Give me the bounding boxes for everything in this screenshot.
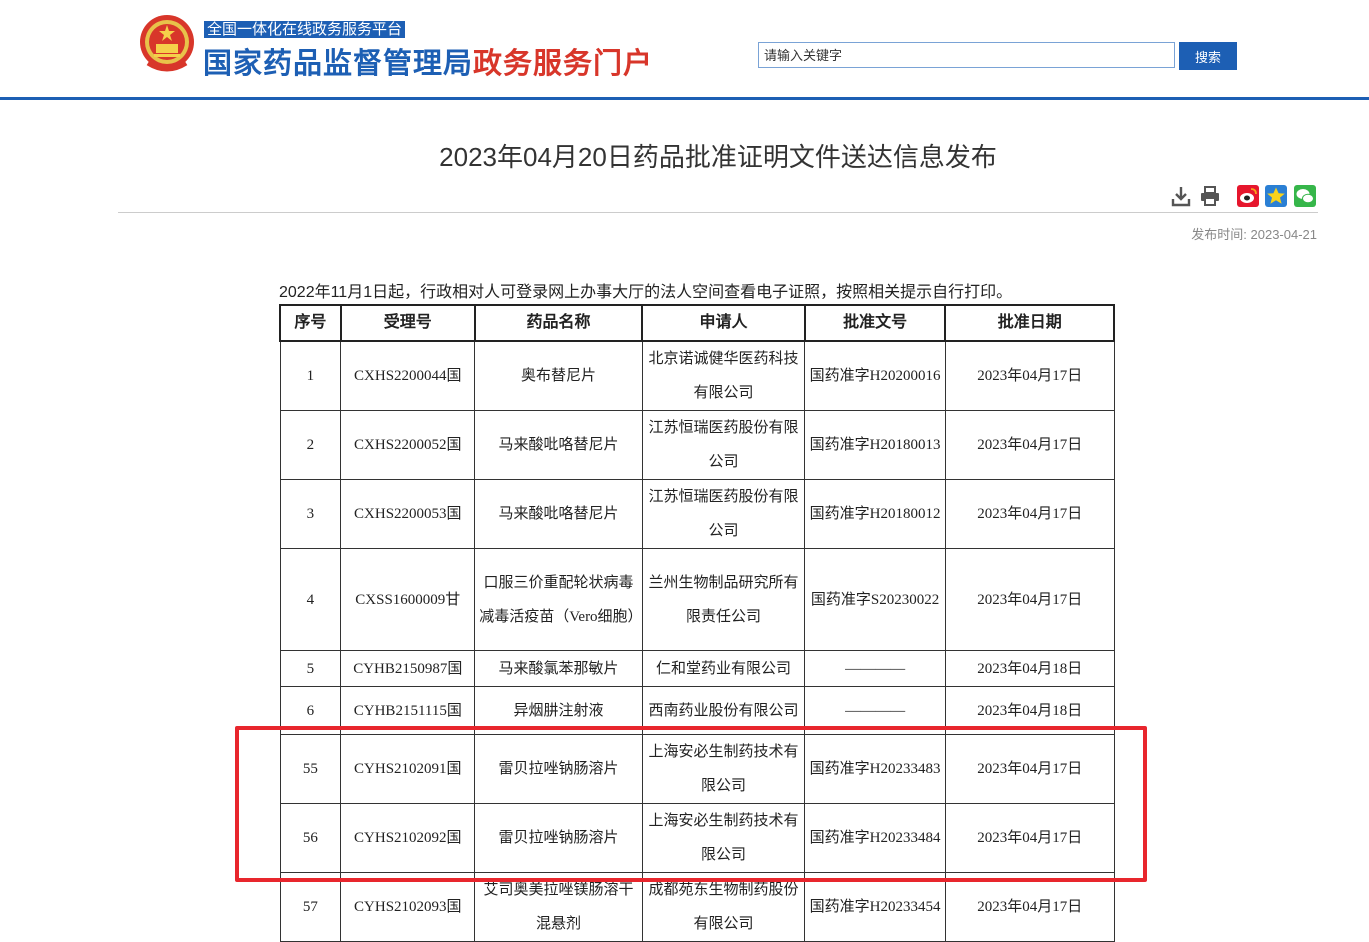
publish-time-value: 2023-04-21 (1250, 227, 1318, 242)
cell-no: 3 (279, 479, 342, 549)
cell-drug-name: 艾司奥美拉唑镁肠溶干混悬剂 (474, 872, 643, 942)
weibo-share-icon[interactable] (1237, 185, 1259, 207)
cell-accept-no: CXHS2200052国 (340, 410, 476, 480)
publish-time-label: 发布时间: (1191, 227, 1247, 242)
site-title-main: 国家药品监督管理局 (203, 48, 474, 80)
cell-accept-no: CYHS2102093国 (340, 872, 476, 942)
national-emblem-icon[interactable] (138, 13, 196, 75)
cell-drug-name: 马来酸氯苯那敏片 (474, 650, 643, 687)
download-icon[interactable] (1170, 185, 1192, 207)
col-header-approval-date: 批准日期 (944, 304, 1115, 342)
cell-approval-date: 2023年04月17日 (944, 340, 1115, 411)
cell-approval-no: 国药准字H20200016 (804, 340, 946, 411)
col-header-approval-no: 批准文号 (803, 304, 947, 342)
notice-text: 2022年11月1日起，行政相对人可登录网上办事大厅的法人空间查看电子证照，按照… (279, 284, 1013, 301)
cell-applicant: 仁和堂药业有限公司 (641, 650, 806, 687)
table-header-row: 序号 受理号 药品名称 申请人 批准文号 批准日期 (279, 304, 1115, 342)
cell-approval-date: 2023年04月17日 (944, 479, 1115, 549)
table-row: 1 CXHS2200044国 奥布替尼片 北京诺诚健华医药科技有限公司 国药准字… (279, 340, 1115, 411)
cell-approval-no: 国药准字S20230022 (804, 548, 946, 651)
cell-approval-no: 国药准字H20180013 (804, 410, 946, 480)
page-title: 2023年04月20日药品批准证明文件送达信息发布 (439, 142, 997, 172)
cell-drug-name: 奥布替尼片 (474, 340, 643, 411)
publish-time: 发布时间: 2023-04-21 (1191, 224, 1317, 243)
cell-applicant: 北京诺诚健华医药科技有限公司 (641, 340, 806, 411)
favorite-star-icon[interactable] (1265, 185, 1287, 207)
cell-applicant: 成都苑东生物制药股份有限公司 (641, 872, 806, 942)
wechat-share-icon[interactable] (1294, 185, 1316, 207)
cell-approval-date: 2023年04月17日 (944, 548, 1115, 651)
cell-accept-no: CXHS2200044国 (340, 340, 476, 411)
cell-approval-no: ———— (804, 650, 946, 687)
cell-approval-date: 2023年04月17日 (944, 872, 1115, 942)
platform-tag[interactable]: 全国一体化在线政务服务平台 (204, 21, 406, 38)
cell-no: 2 (279, 410, 342, 480)
cell-no: 4 (279, 548, 342, 651)
col-header-no: 序号 (279, 304, 342, 342)
cell-applicant: 江苏恒瑞医药股份有限公司 (641, 479, 806, 549)
col-header-applicant: 申请人 (641, 304, 806, 342)
cell-no: 5 (279, 650, 342, 687)
cell-accept-no: CXSS1600009甘 (340, 548, 476, 651)
site-title[interactable]: 国家药品监督管理局政务服务门户 (203, 40, 653, 82)
table-row: 2 CXHS2200052国 马来酸吡咯替尼片 江苏恒瑞医药股份有限公司 国药准… (279, 410, 1115, 480)
col-header-accept-no: 受理号 (339, 304, 476, 342)
cell-no: 1 (279, 340, 342, 411)
title-divider (118, 212, 1318, 213)
cell-accept-no: CYHB2150987国 (340, 650, 476, 687)
table-row: 4 CXSS1600009甘 口服三价重配轮状病毒减毒活疫苗（Vero细胞） 兰… (279, 548, 1115, 651)
cell-applicant: 兰州生物制品研究所有限责任公司 (641, 548, 806, 651)
cell-drug-name: 马来酸吡咯替尼片 (474, 479, 643, 549)
highlight-box (235, 726, 1147, 882)
site-header: 全国一体化在线政务服务平台 国家药品监督管理局政务服务门户 搜索 (0, 0, 1369, 97)
cell-drug-name: 口服三价重配轮状病毒减毒活疫苗（Vero细胞） (474, 548, 643, 651)
cell-approval-no: 国药准字H20180012 (804, 479, 946, 549)
table-row: 5 CYHB2150987国 马来酸氯苯那敏片 仁和堂药业有限公司 ———— 2… (279, 650, 1115, 687)
cell-approval-date: 2023年04月18日 (944, 650, 1115, 687)
cell-approval-no: 国药准字H20233454 (804, 872, 946, 942)
cell-accept-no: CXHS2200053国 (340, 479, 476, 549)
table-row: 3 CXHS2200053国 马来酸吡咯替尼片 江苏恒瑞医药股份有限公司 国药准… (279, 479, 1115, 549)
search-button[interactable]: 搜索 (1179, 42, 1237, 70)
cell-drug-name: 马来酸吡咯替尼片 (474, 410, 643, 480)
table-row: 57 CYHS2102093国 艾司奥美拉唑镁肠溶干混悬剂 成都苑东生物制药股份… (279, 872, 1115, 942)
header-divider (0, 97, 1369, 100)
cell-applicant: 江苏恒瑞医药股份有限公司 (641, 410, 806, 480)
print-icon[interactable] (1199, 185, 1221, 207)
search-input[interactable] (758, 42, 1175, 68)
col-header-drug-name: 药品名称 (473, 304, 644, 342)
cell-approval-date: 2023年04月17日 (944, 410, 1115, 480)
site-title-portal: 政务服务门户 (473, 48, 654, 80)
cell-no: 57 (279, 872, 342, 942)
